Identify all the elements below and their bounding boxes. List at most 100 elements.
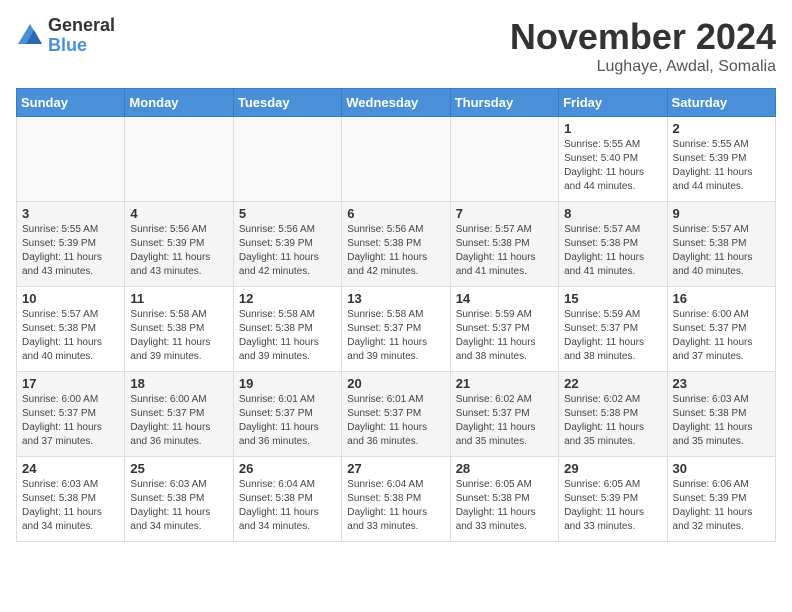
day-info: Sunrise: 6:03 AM Sunset: 5:38 PM Dayligh…: [22, 478, 119, 534]
day-info: Sunrise: 5:58 AM Sunset: 5:37 PM Dayligh…: [347, 308, 444, 364]
day-number: 19: [239, 376, 336, 391]
day-number: 30: [673, 461, 770, 476]
day-info: Sunrise: 6:05 AM Sunset: 5:38 PM Dayligh…: [456, 478, 553, 534]
calendar-cell: [450, 117, 558, 202]
calendar-cell: 11 Sunrise: 5:58 AM Sunset: 5:38 PM Dayli…: [125, 287, 233, 372]
calendar-cell: 2 Sunrise: 5:55 AM Sunset: 5:39 PM Daylig…: [667, 117, 775, 202]
logo-general-label: General: [48, 16, 115, 36]
day-info: Sunrise: 6:03 AM Sunset: 5:38 PM Dayligh…: [130, 478, 227, 534]
calendar-cell: 19 Sunrise: 6:01 AM Sunset: 5:37 PM Dayli…: [233, 372, 341, 457]
day-info: Sunrise: 6:04 AM Sunset: 5:38 PM Dayligh…: [347, 478, 444, 534]
day-info: Sunrise: 6:01 AM Sunset: 5:37 PM Dayligh…: [239, 393, 336, 449]
calendar-cell: 22 Sunrise: 6:02 AM Sunset: 5:38 PM Dayli…: [559, 372, 667, 457]
calendar-cell: 15 Sunrise: 5:59 AM Sunset: 5:37 PM Dayli…: [559, 287, 667, 372]
day-info: Sunrise: 6:00 AM Sunset: 5:37 PM Dayligh…: [22, 393, 119, 449]
calendar-cell: 9Sunrise: 5:57 AM Sunset: 5:38 PM Daylig…: [667, 202, 775, 287]
calendar-header-row: SundayMondayTuesdayWednesdayThursdayFrid…: [17, 89, 776, 117]
day-number: 23: [673, 376, 770, 391]
calendar-cell: 12Sunrise: 5:58 AM Sunset: 5:38 PM Dayli…: [233, 287, 341, 372]
day-info: Sunrise: 5:55 AM Sunset: 5:39 PM Dayligh…: [673, 138, 770, 194]
day-info: Sunrise: 5:56 AM Sunset: 5:39 PM Dayligh…: [130, 223, 227, 279]
day-info: Sunrise: 5:56 AM Sunset: 5:39 PM Dayligh…: [239, 223, 336, 279]
day-number: 3: [22, 206, 119, 221]
day-number: 29: [564, 461, 661, 476]
day-number: 13: [347, 291, 444, 306]
calendar-cell: 6 Sunrise: 5:56 AM Sunset: 5:38 PM Daylig…: [342, 202, 450, 287]
logo-text: General Blue: [48, 16, 115, 56]
title-block: November 2024 Lughaye, Awdal, Somalia: [510, 16, 776, 76]
page-header: General Blue November 2024 Lughaye, Awda…: [16, 16, 776, 76]
calendar-cell: 1Sunrise: 5:55 AM Sunset: 5:40 PM Daylig…: [559, 117, 667, 202]
calendar-cell: 17 Sunrise: 6:00 AM Sunset: 5:37 PM Dayli…: [17, 372, 125, 457]
logo: General Blue: [16, 16, 115, 56]
calendar-header-thursday: Thursday: [450, 89, 558, 117]
day-number: 28: [456, 461, 553, 476]
day-number: 18: [130, 376, 227, 391]
location: Lughaye, Awdal, Somalia: [510, 58, 776, 76]
day-number: 11: [130, 291, 227, 306]
day-info: Sunrise: 5:55 AM Sunset: 5:40 PM Dayligh…: [564, 138, 661, 194]
day-number: 5: [239, 206, 336, 221]
calendar-cell: [233, 117, 341, 202]
logo-icon: [16, 22, 44, 50]
calendar-cell: 30Sunrise: 6:06 AM Sunset: 5:39 PM Dayli…: [667, 457, 775, 542]
day-info: Sunrise: 5:57 AM Sunset: 5:38 PM Dayligh…: [22, 308, 119, 364]
day-info: Sunrise: 6:00 AM Sunset: 5:37 PM Dayligh…: [673, 308, 770, 364]
calendar-header-tuesday: Tuesday: [233, 89, 341, 117]
calendar-cell: 24 Sunrise: 6:03 AM Sunset: 5:38 PM Dayli…: [17, 457, 125, 542]
day-number: 15: [564, 291, 661, 306]
calendar-cell: [17, 117, 125, 202]
day-info: Sunrise: 5:58 AM Sunset: 5:38 PM Dayligh…: [130, 308, 227, 364]
day-info: Sunrise: 5:57 AM Sunset: 5:38 PM Dayligh…: [564, 223, 661, 279]
day-info: Sunrise: 5:56 AM Sunset: 5:38 PM Dayligh…: [347, 223, 444, 279]
day-info: Sunrise: 6:03 AM Sunset: 5:38 PM Dayligh…: [673, 393, 770, 449]
day-info: Sunrise: 6:05 AM Sunset: 5:39 PM Dayligh…: [564, 478, 661, 534]
calendar-cell: 26 Sunrise: 6:04 AM Sunset: 5:38 PM Dayli…: [233, 457, 341, 542]
calendar-cell: 29 Sunrise: 6:05 AM Sunset: 5:39 PM Dayli…: [559, 457, 667, 542]
day-number: 4: [130, 206, 227, 221]
day-number: 8: [564, 206, 661, 221]
day-number: 14: [456, 291, 553, 306]
day-number: 12: [239, 291, 336, 306]
day-info: Sunrise: 6:01 AM Sunset: 5:37 PM Dayligh…: [347, 393, 444, 449]
day-number: 7: [456, 206, 553, 221]
calendar-cell: 13 Sunrise: 5:58 AM Sunset: 5:37 PM Dayli…: [342, 287, 450, 372]
calendar-cell: 4 Sunrise: 5:56 AM Sunset: 5:39 PM Daylig…: [125, 202, 233, 287]
day-number: 26: [239, 461, 336, 476]
day-number: 10: [22, 291, 119, 306]
calendar-week-row: 1Sunrise: 5:55 AM Sunset: 5:40 PM Daylig…: [17, 117, 776, 202]
calendar-week-row: 17 Sunrise: 6:00 AM Sunset: 5:37 PM Dayli…: [17, 372, 776, 457]
calendar-week-row: 10 Sunrise: 5:57 AM Sunset: 5:38 PM Dayli…: [17, 287, 776, 372]
calendar-cell: 20Sunrise: 6:01 AM Sunset: 5:37 PM Dayli…: [342, 372, 450, 457]
day-number: 25: [130, 461, 227, 476]
day-number: 21: [456, 376, 553, 391]
day-number: 24: [22, 461, 119, 476]
calendar-cell: 3 Sunrise: 5:55 AM Sunset: 5:39 PM Daylig…: [17, 202, 125, 287]
calendar: SundayMondayTuesdayWednesdayThursdayFrid…: [16, 88, 776, 542]
calendar-cell: 16Sunrise: 6:00 AM Sunset: 5:37 PM Dayli…: [667, 287, 775, 372]
calendar-cell: 27Sunrise: 6:04 AM Sunset: 5:38 PM Dayli…: [342, 457, 450, 542]
day-info: Sunrise: 5:59 AM Sunset: 5:37 PM Dayligh…: [564, 308, 661, 364]
day-number: 22: [564, 376, 661, 391]
day-info: Sunrise: 6:00 AM Sunset: 5:37 PM Dayligh…: [130, 393, 227, 449]
day-info: Sunrise: 6:02 AM Sunset: 5:37 PM Dayligh…: [456, 393, 553, 449]
calendar-week-row: 24 Sunrise: 6:03 AM Sunset: 5:38 PM Dayli…: [17, 457, 776, 542]
calendar-cell: 7Sunrise: 5:57 AM Sunset: 5:38 PM Daylig…: [450, 202, 558, 287]
calendar-cell: 14 Sunrise: 5:59 AM Sunset: 5:37 PM Dayli…: [450, 287, 558, 372]
day-number: 6: [347, 206, 444, 221]
calendar-cell: 21 Sunrise: 6:02 AM Sunset: 5:37 PM Dayli…: [450, 372, 558, 457]
calendar-cell: 25 Sunrise: 6:03 AM Sunset: 5:38 PM Dayli…: [125, 457, 233, 542]
calendar-cell: 8 Sunrise: 5:57 AM Sunset: 5:38 PM Daylig…: [559, 202, 667, 287]
day-info: Sunrise: 6:02 AM Sunset: 5:38 PM Dayligh…: [564, 393, 661, 449]
calendar-cell: 10 Sunrise: 5:57 AM Sunset: 5:38 PM Dayli…: [17, 287, 125, 372]
day-info: Sunrise: 6:04 AM Sunset: 5:38 PM Dayligh…: [239, 478, 336, 534]
calendar-cell: 23 Sunrise: 6:03 AM Sunset: 5:38 PM Dayli…: [667, 372, 775, 457]
day-info: Sunrise: 5:59 AM Sunset: 5:37 PM Dayligh…: [456, 308, 553, 364]
day-info: Sunrise: 5:57 AM Sunset: 5:38 PM Dayligh…: [673, 223, 770, 279]
day-info: Sunrise: 5:55 AM Sunset: 5:39 PM Dayligh…: [22, 223, 119, 279]
calendar-week-row: 3 Sunrise: 5:55 AM Sunset: 5:39 PM Daylig…: [17, 202, 776, 287]
day-number: 17: [22, 376, 119, 391]
calendar-cell: [342, 117, 450, 202]
day-number: 2: [673, 121, 770, 136]
calendar-header-wednesday: Wednesday: [342, 89, 450, 117]
